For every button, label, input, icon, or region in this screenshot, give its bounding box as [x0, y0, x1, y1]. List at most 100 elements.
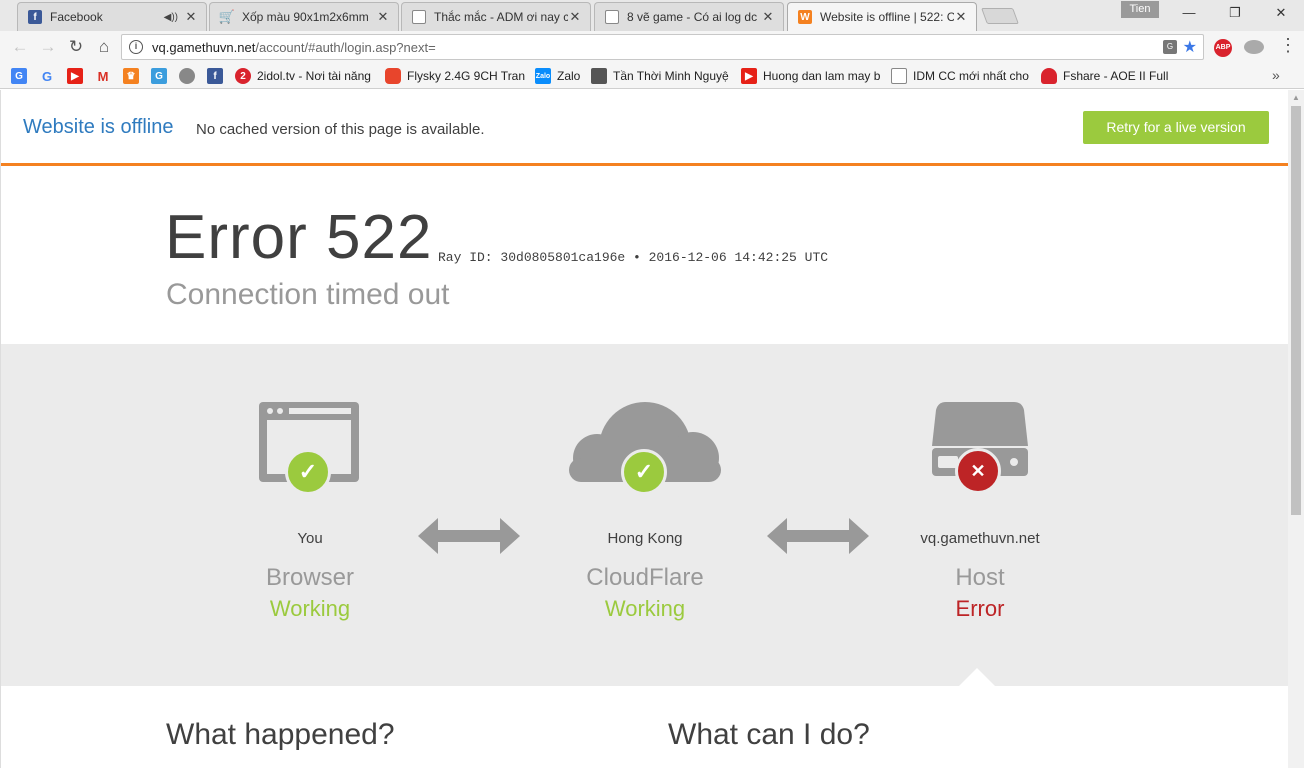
adblock-plus-icon[interactable]: ABP: [1214, 39, 1232, 57]
info-icon[interactable]: i: [129, 40, 143, 54]
bookmark-star-icon[interactable]: ★: [1183, 37, 1197, 57]
bookmark-fshare[interactable]: Fshare - AOE II Full: [1041, 67, 1181, 85]
gmail-icon: M: [97, 68, 109, 84]
cloudflare-favicon-icon: W: [798, 10, 812, 24]
node-location: You: [297, 530, 323, 547]
tab-thac-mac[interactable]: Thắc mắc - ADM ơi nay c ✕: [401, 2, 591, 31]
bookmark-label: Huong dan lam may b: [763, 69, 881, 83]
node-name: Browser: [265, 564, 355, 591]
forward-button[interactable]: →: [37, 36, 59, 58]
browser-toolbar: ← → ↻ ⌂ i vq.gamethuvn.net/account/#auth…: [0, 31, 1304, 63]
error-title: Connection timed out: [166, 278, 450, 311]
connection-diagram: ✓ You Browser Working ✓ Hong Kong CloudF…: [1, 344, 1288, 686]
bookmark-google[interactable]: G: [39, 67, 61, 85]
working-check-icon: ✓: [285, 449, 331, 495]
bookmark-facebook[interactable]: f: [207, 67, 229, 85]
url-domain: vq.gamethuvn.net: [152, 39, 256, 55]
bookmark-label: Fshare - AOE II Full: [1063, 69, 1169, 83]
bookmark-label: Flysky 2.4G 9CH Trans: [407, 69, 525, 83]
tab-facebook[interactable]: f Facebook ◀)) ✕: [17, 2, 207, 31]
double-arrow-icon: [767, 518, 869, 554]
tab-title: Website is offline | 522: C: [820, 10, 954, 24]
bookmark-tan-thoi[interactable]: Tần Thời Minh Nguyệ: [591, 67, 731, 85]
working-check-icon: ✓: [621, 449, 667, 495]
close-tab-icon[interactable]: ✕: [568, 9, 582, 25]
translate-icon[interactable]: G: [1163, 40, 1177, 54]
close-tab-icon[interactable]: ✕: [761, 9, 775, 25]
scroll-up-icon[interactable]: ▲: [1292, 93, 1300, 102]
bookmarks-bar: G G ▶ M ♛ G f 2 2idol.tv - Nơi tài năng F…: [0, 63, 1304, 89]
facebook-favicon-icon: f: [28, 10, 42, 24]
what-happened-heading: What happened?: [166, 718, 395, 751]
double-arrow-icon: [418, 518, 520, 554]
error-code: Error 522: [165, 203, 433, 272]
document-favicon-icon: [605, 10, 619, 24]
error-x-icon: ✕: [955, 448, 1001, 494]
bookmark-label: 2idol.tv - Nơi tài năng: [257, 69, 371, 83]
tab-xop-mau[interactable]: 🛒 Xốp màu 90x1m2x6mm ✕: [209, 2, 399, 31]
home-button[interactable]: ⌂: [93, 36, 115, 58]
bookmark-youtube[interactable]: ▶: [67, 67, 89, 85]
address-bar[interactable]: i vq.gamethuvn.net/account/#auth/login.a…: [121, 34, 1204, 60]
tab-title: Thắc mắc - ADM ơi nay c: [434, 10, 568, 24]
bookmark-flysky[interactable]: Flysky 2.4G 9CH Trans: [385, 67, 525, 85]
restore-button[interactable]: ❐: [1212, 2, 1258, 24]
tab-8-ve-game[interactable]: 8 vẽ game - Có ai log dc ✕: [594, 2, 784, 31]
close-window-button[interactable]: ✕: [1258, 2, 1304, 24]
translate-icon: G: [11, 68, 27, 84]
crown-icon: ♛: [123, 68, 139, 84]
node-location: Hong Kong: [607, 530, 683, 547]
tab-website-offline[interactable]: W Website is offline | 522: C ✕: [787, 2, 977, 31]
back-button[interactable]: ←: [9, 36, 31, 58]
shopping-bag-icon: [385, 68, 401, 84]
error-pointer: [959, 668, 995, 686]
bookmark-g[interactable]: G: [151, 67, 173, 85]
node-status: Working: [604, 596, 686, 621]
node-location: vq.gamethuvn.net: [920, 530, 1040, 547]
scrollbar-thumb[interactable]: [1291, 106, 1301, 515]
bookmark-crown[interactable]: ♛: [123, 67, 145, 85]
tab-title: Xốp màu 90x1m2x6mm: [242, 10, 369, 24]
extension-icon[interactable]: [1244, 40, 1264, 54]
menu-icon[interactable]: ⋮: [1278, 35, 1298, 56]
bookmark-huong-dan[interactable]: ▶ Huong dan lam may b: [741, 67, 881, 85]
offline-banner: Website is offline No cached version of …: [1, 90, 1288, 166]
close-tab-icon[interactable]: ✕: [954, 9, 968, 25]
node-status: Error: [955, 596, 1005, 621]
google-icon: G: [41, 68, 53, 84]
bookmark-label: Zalo: [557, 69, 581, 83]
profile-button[interactable]: Tien: [1121, 1, 1159, 18]
ray-id: Ray ID: 30d0805801ca196e • 2016-12-06 14…: [438, 250, 829, 265]
more-bookmarks-icon[interactable]: »: [1272, 67, 1280, 83]
reload-button[interactable]: ↻: [65, 36, 87, 58]
2idol-icon: 2: [235, 68, 251, 84]
offline-title: Website is offline: [23, 116, 174, 138]
what-can-i-do-heading: What can I do?: [668, 718, 870, 751]
cart-favicon-icon: 🛒: [218, 9, 236, 24]
minimize-button[interactable]: —: [1166, 2, 1212, 24]
tab-title: Facebook: [50, 10, 103, 24]
speaker-icon[interactable]: ◀)): [164, 12, 178, 23]
zalo-icon: Zalo: [535, 68, 551, 84]
bookmark-ball[interactable]: [179, 67, 201, 85]
url-text[interactable]: vq.gamethuvn.net/account/#auth/login.asp…: [152, 40, 436, 55]
figure-icon: [591, 68, 607, 84]
bookmark-gmail[interactable]: M: [95, 67, 117, 85]
bookmark-idm[interactable]: IDM CC mới nhất cho: [891, 67, 1031, 85]
close-tab-icon[interactable]: ✕: [184, 9, 198, 25]
node-status: Working: [269, 596, 351, 621]
tab-title: 8 vẽ game - Có ai log dc: [627, 10, 758, 24]
g-logo-icon: G: [151, 68, 167, 84]
cloud-icon: [1041, 68, 1057, 84]
bookmark-translate[interactable]: G: [11, 67, 33, 85]
close-tab-icon[interactable]: ✕: [376, 9, 390, 25]
bookmark-label: Tần Thời Minh Nguyệ: [613, 69, 729, 83]
bookmark-label: IDM CC mới nhất cho: [913, 69, 1029, 83]
retry-live-version-button[interactable]: Retry for a live version: [1083, 111, 1269, 144]
node-name: CloudFlare: [586, 564, 704, 591]
document-favicon-icon: [412, 10, 426, 24]
new-tab-button[interactable]: [981, 8, 1019, 24]
bookmark-2idol[interactable]: 2 2idol.tv - Nơi tài năng: [235, 67, 375, 85]
vertical-scrollbar[interactable]: ▲: [1288, 90, 1304, 768]
bookmark-zalo[interactable]: Zalo Zalo: [535, 67, 585, 85]
